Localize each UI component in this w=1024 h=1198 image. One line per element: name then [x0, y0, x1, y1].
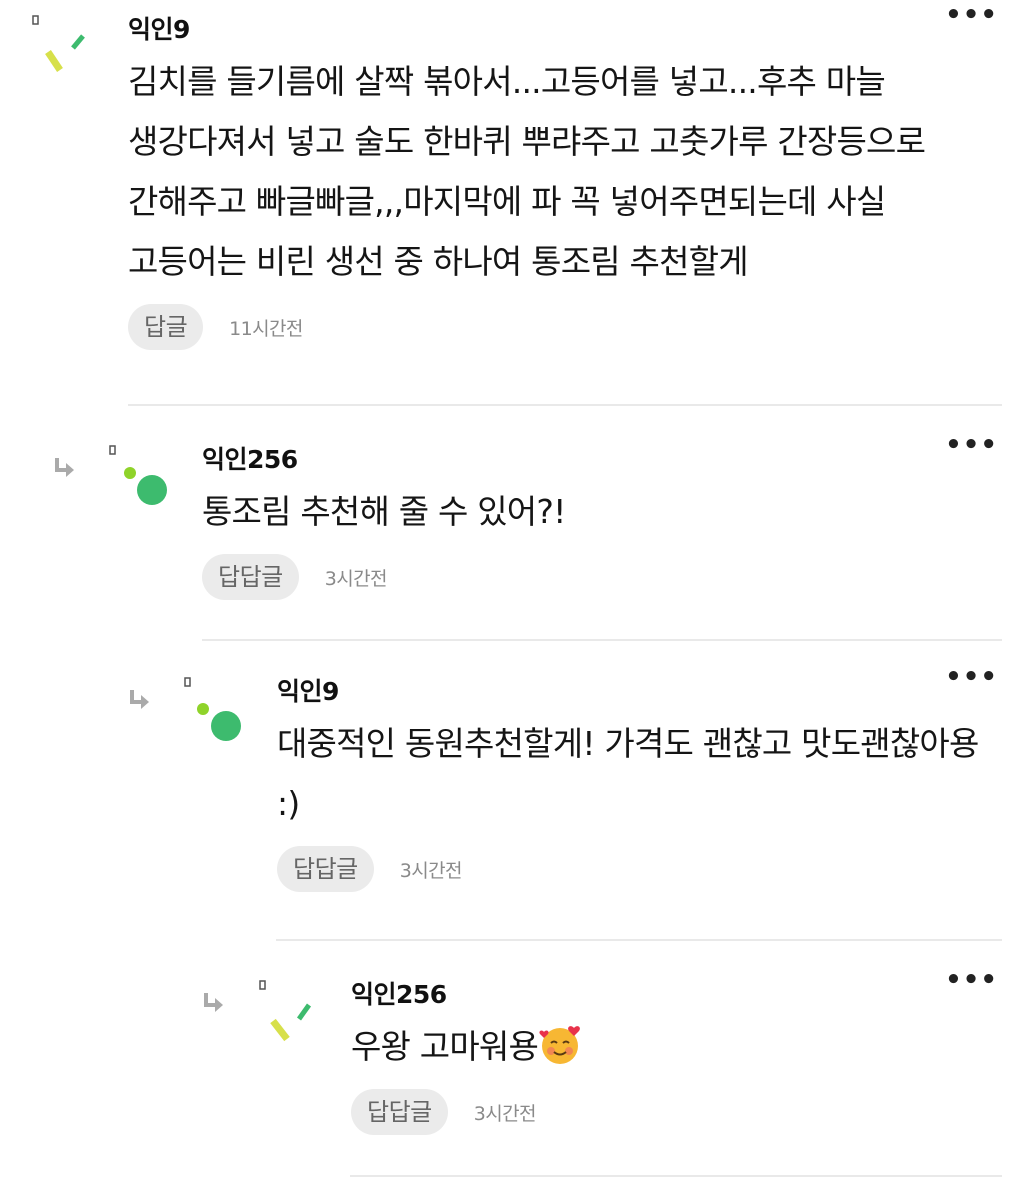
more-options-icon[interactable]: •••	[945, 967, 998, 993]
reply-button[interactable]: 답글	[128, 304, 204, 350]
comment-3: 익인9 대중적인 동원추천할게! 가격도 괜찮고 맛도괜찮아용 :) 답답글 3…	[127, 664, 1002, 919]
more-options-icon[interactable]: •••	[945, 432, 998, 458]
comment-4: 익인256 우왕 고마워용 답답글 3시간전 •••	[201, 967, 1002, 1157]
comment-body: 익인9 대중적인 동원추천할게! 가격도 괜찮고 맛도괜찮아용 :) 답답글 3…	[277, 674, 1002, 892]
comment-meta: 답글 11시간전	[128, 304, 1002, 350]
reply-button[interactable]: 답답글	[202, 554, 299, 600]
more-options-icon[interactable]: •••	[945, 664, 998, 690]
reply-arrow-icon	[52, 456, 76, 480]
comment-body: 익인256 통조림 추천해 줄 수 있어?! 답답글 3시간전	[202, 442, 1002, 600]
dash-avatar-icon	[32, 15, 85, 72]
avatar[interactable]	[30, 12, 90, 72]
comment-author[interactable]: 익인256	[202, 442, 1002, 478]
comment-meta: 답답글 3시간전	[202, 554, 1002, 600]
divider	[276, 939, 1002, 941]
dot-avatar-icon	[109, 445, 167, 505]
smiling-face-with-hearts-icon	[538, 1022, 582, 1066]
comment-author[interactable]: 익인9	[128, 12, 1002, 48]
comment-meta: 답답글 3시간전	[351, 1089, 1002, 1135]
comment-body: 익인256 우왕 고마워용 답답글 3시간전	[351, 977, 1002, 1135]
reply-button[interactable]: 답답글	[351, 1089, 448, 1135]
comment-text: 대중적인 동원추천할게! 가격도 괜찮고 맛도괜찮아용 :)	[277, 724, 979, 823]
divider	[202, 639, 1002, 641]
comment-text-content: 우왕 고마워용	[351, 1027, 539, 1066]
divider	[128, 404, 1002, 406]
comment-2: 익인256 통조림 추천해 줄 수 있어?! 답답글 3시간전 •••	[52, 432, 1002, 622]
comment-text: 김치를 들기름에 살짝 볶아서...고등어를 넣고...후추 마늘 생강다져서 …	[128, 62, 926, 281]
reply-button[interactable]: 답답글	[277, 846, 374, 892]
avatar[interactable]	[181, 674, 241, 741]
more-options-icon[interactable]: •••	[945, 2, 998, 28]
divider	[350, 1175, 1002, 1177]
timestamp: 3시간전	[324, 567, 388, 590]
dot-avatar-icon	[184, 677, 241, 741]
comment-body: 익인9 김치를 들기름에 살짝 볶아서...고등어를 넣고...후추 마늘 생강…	[128, 12, 1002, 350]
dash-avatar-icon	[259, 980, 312, 1042]
reply-arrow-icon	[201, 991, 225, 1015]
comment-author[interactable]: 익인256	[351, 977, 1002, 1013]
avatar[interactable]	[106, 442, 167, 505]
comment-text: 우왕 고마워용	[351, 1017, 1002, 1077]
comment-meta: 답답글 3시간전	[277, 846, 1002, 892]
avatar[interactable]	[257, 977, 317, 1042]
reply-arrow-icon	[127, 688, 151, 712]
timestamp: 3시간전	[399, 859, 463, 882]
comment-text: 통조림 추천해 줄 수 있어?!	[202, 492, 566, 531]
comment-1: 익인9 김치를 들기름에 살짝 볶아서...고등어를 넣고...후추 마늘 생강…	[30, 2, 1002, 392]
comment-author[interactable]: 익인9	[277, 674, 1002, 710]
timestamp: 3시간전	[473, 1102, 537, 1125]
timestamp: 11시간전	[229, 317, 303, 340]
